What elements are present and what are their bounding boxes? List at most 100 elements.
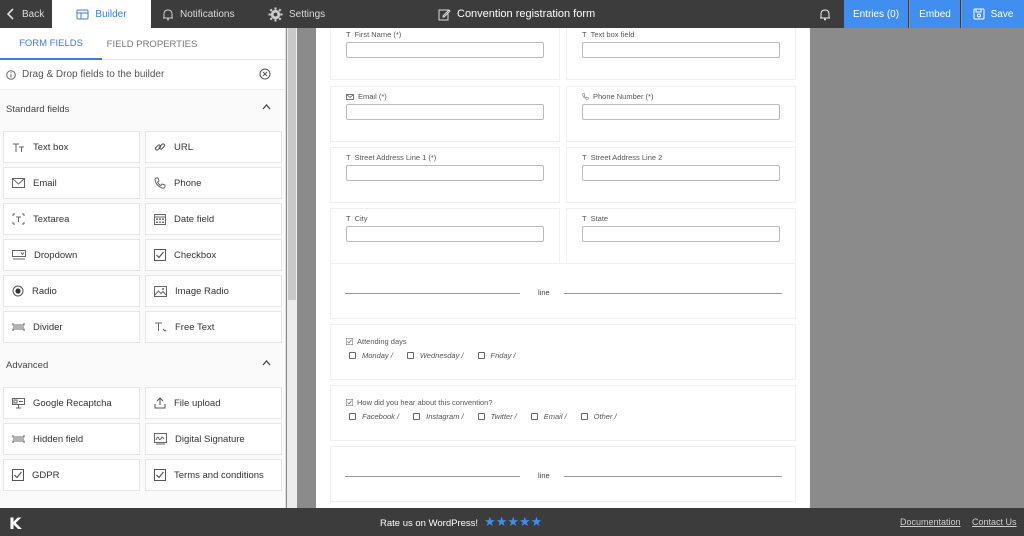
option[interactable]: Friday / xyxy=(477,351,516,360)
field-url[interactable]: URL xyxy=(145,131,282,163)
address-2-input[interactable] xyxy=(582,165,780,181)
scrollbar-thumb[interactable] xyxy=(288,28,296,300)
question-text: Attending days xyxy=(357,337,407,346)
tab-form-fields[interactable]: FORM FIELDS xyxy=(0,28,102,60)
form-field-source[interactable]: How did you hear about this convention? … xyxy=(330,385,796,441)
option[interactable]: Facebook / xyxy=(349,412,399,421)
rate-text: Rate us on WordPress! xyxy=(380,517,479,529)
star-rating-icon[interactable]: ★★★★★ xyxy=(484,514,542,530)
option-checkbox[interactable] xyxy=(530,413,538,420)
first-name-input[interactable] xyxy=(346,42,544,58)
field-textarea[interactable]: Textarea xyxy=(3,203,140,235)
option-label: Wednesday / xyxy=(419,351,464,360)
divider-line xyxy=(345,293,520,294)
alerts-button[interactable] xyxy=(816,0,834,28)
info-icon xyxy=(6,69,16,80)
field-hidden[interactable]: Hidden field xyxy=(3,423,140,455)
field-divider[interactable]: Divider xyxy=(3,311,140,343)
entries-button[interactable]: Entries (0) xyxy=(844,0,908,28)
text-icon: T xyxy=(582,214,587,223)
form-divider[interactable]: line xyxy=(330,446,796,502)
option[interactable]: Monday / xyxy=(349,351,393,360)
field-recaptcha[interactable]: Google Recaptcha xyxy=(3,387,140,419)
option-checkbox[interactable] xyxy=(477,352,485,359)
form-field-first-name[interactable]: T First Name (*) xyxy=(330,28,560,80)
option-label: Twitter / xyxy=(490,412,517,421)
state-input[interactable] xyxy=(582,226,780,242)
field-date[interactable]: Date field xyxy=(145,203,282,235)
city-input[interactable] xyxy=(346,226,544,242)
documentation-link[interactable]: Documentation xyxy=(900,517,961,527)
tab-field-properties[interactable]: FIELD PROPERTIES xyxy=(102,28,202,60)
field-radio[interactable]: Radio xyxy=(3,275,140,307)
form-field-address-1[interactable]: T Street Address Line 1 (*) xyxy=(330,147,560,203)
field-gdpr[interactable]: GDPR xyxy=(3,459,140,491)
option[interactable]: Twitter / xyxy=(477,412,517,421)
field-caption-text: Phone Number (*) xyxy=(593,92,654,101)
field-caption-text: Street Address Line 1 (*) xyxy=(354,153,437,162)
back-button[interactable]: Back xyxy=(6,0,44,28)
form-field-address-2[interactable]: T Street Address Line 2 xyxy=(566,147,796,203)
form-title[interactable]: Convention registration form xyxy=(438,0,595,28)
field-digital-signature[interactable]: Digital Signature xyxy=(145,423,282,455)
option-label: Monday / xyxy=(362,351,393,360)
option[interactable]: Email / xyxy=(530,412,567,421)
field-email[interactable]: Email xyxy=(3,167,140,199)
option-checkbox[interactable] xyxy=(349,413,356,420)
form-field-text-box[interactable]: T Text box field xyxy=(566,28,796,80)
save-button[interactable]: Save xyxy=(961,0,1024,28)
option-checkbox[interactable] xyxy=(580,413,588,420)
option-label: Email / xyxy=(543,412,567,421)
form-field-email[interactable]: Email (*) xyxy=(330,86,560,142)
form-divider[interactable]: line xyxy=(330,263,796,319)
option[interactable]: Instagram / xyxy=(413,412,464,421)
text-box-input[interactable] xyxy=(582,42,780,58)
option[interactable]: Other / xyxy=(580,412,617,421)
embed-button[interactable]: Embed xyxy=(909,0,960,28)
field-phone[interactable]: Phone xyxy=(145,167,282,199)
drag-drop-hint: Drag & Drop fields to the builder xyxy=(0,60,285,90)
field-caption-text: Text box field xyxy=(590,30,635,39)
checkbox-icon xyxy=(154,249,166,261)
form-field-city[interactable]: T City xyxy=(330,208,560,264)
field-file-upload[interactable]: File upload xyxy=(145,387,282,419)
field-free-text[interactable]: Free Text xyxy=(145,311,282,343)
field-image-radio[interactable]: Image Radio xyxy=(145,275,282,307)
textarea-icon xyxy=(12,213,25,225)
tab-builder[interactable]: Builder xyxy=(52,0,151,28)
option-checkbox[interactable] xyxy=(477,413,485,420)
field-checkbox[interactable]: Checkbox xyxy=(145,239,282,271)
phone-input[interactable] xyxy=(582,104,780,120)
checkbox-icon xyxy=(154,469,166,481)
rate-us[interactable]: Rate us on WordPress! ★★★★★ xyxy=(380,514,542,530)
option-checkbox[interactable] xyxy=(406,352,414,359)
checkbox-icon xyxy=(12,469,24,481)
option-checkbox[interactable] xyxy=(413,413,421,420)
standard-fields-header[interactable]: Standard fields xyxy=(0,90,285,128)
upload-icon xyxy=(154,397,166,409)
advanced-fields-header[interactable]: Advanced xyxy=(0,346,285,384)
chevron-up-icon xyxy=(262,104,271,110)
field-terms[interactable]: Terms and conditions xyxy=(145,459,282,491)
field-caption: Attending days xyxy=(346,337,407,346)
email-input[interactable] xyxy=(346,104,544,120)
option-checkbox[interactable] xyxy=(349,352,356,359)
form-field-state[interactable]: T State xyxy=(566,208,796,264)
recaptcha-icon xyxy=(12,397,25,408)
envelope-icon xyxy=(12,178,25,188)
form-field-phone[interactable]: Phone Number (*) xyxy=(566,86,796,142)
contact-us-link[interactable]: Contact Us xyxy=(972,517,1017,527)
tab-settings[interactable]: Settings xyxy=(268,0,325,28)
field-text-box[interactable]: Text box xyxy=(3,131,140,163)
field-dropdown[interactable]: Dropdown xyxy=(3,239,140,271)
field-caption-text: State xyxy=(590,214,609,223)
settings-label: Settings xyxy=(289,8,326,20)
form-field-attending-days[interactable]: Attending days Monday / Wednesday / Frid… xyxy=(330,324,796,380)
tab-notifications[interactable]: Notifications xyxy=(162,0,234,28)
option-label: Other / xyxy=(593,412,617,421)
address-1-input[interactable] xyxy=(346,165,544,181)
option[interactable]: Wednesday / xyxy=(406,351,464,360)
hidden-icon xyxy=(12,435,25,443)
close-icon[interactable] xyxy=(259,68,271,80)
sidebar-scrollbar[interactable] xyxy=(287,28,297,508)
